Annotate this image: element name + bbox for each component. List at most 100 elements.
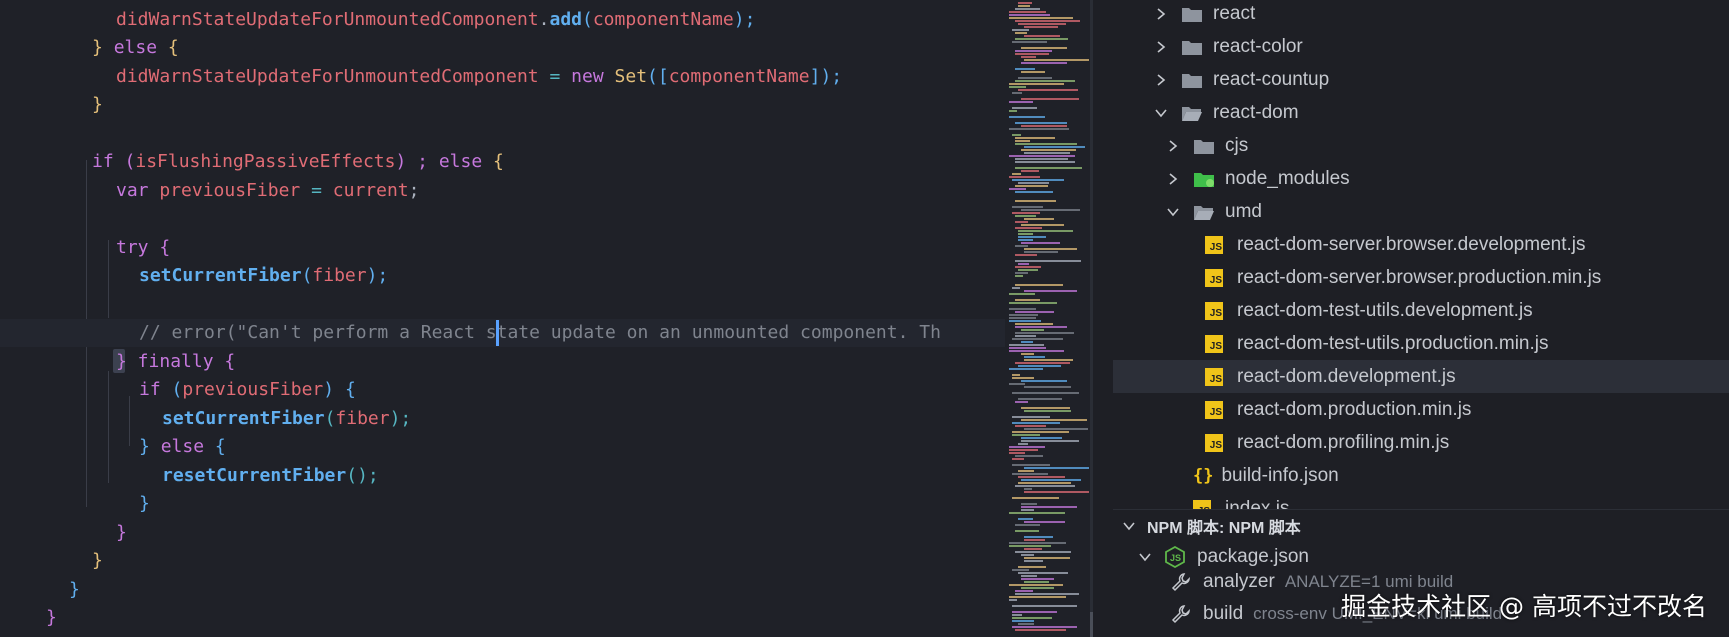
indent-guide — [129, 396, 130, 446]
indent-guide — [108, 240, 109, 318]
tree-item-file[interactable]: JS react-dom-server.browser.production.m… — [1113, 261, 1729, 294]
token: } — [139, 436, 161, 457]
minimap-line — [1018, 77, 1052, 79]
vertical-scrollbar[interactable] — [1090, 0, 1093, 637]
minimap[interactable] — [1005, 0, 1093, 637]
minimap-line — [1012, 422, 1060, 424]
minimap-line — [1009, 302, 1057, 304]
minimap-line — [1021, 329, 1044, 331]
token: (); — [346, 465, 379, 486]
minimap-line — [1015, 38, 1068, 40]
tree-item-react-color[interactable]: react-color — [1113, 30, 1729, 63]
minimap-line — [1012, 338, 1063, 340]
token: else — [113, 37, 158, 58]
chevron-right-icon — [1153, 6, 1169, 22]
folder-icon — [1194, 139, 1214, 154]
minimap-line — [1018, 263, 1029, 265]
token: ) { — [323, 379, 356, 400]
minimap-line — [1015, 137, 1055, 139]
minimap-line — [1018, 365, 1061, 367]
minimap-line — [1009, 11, 1046, 13]
minimap-line — [1009, 368, 1043, 370]
minimap-line — [1015, 53, 1049, 55]
minimap-line — [1021, 479, 1081, 481]
minimap-line — [1012, 374, 1020, 376]
chevron-down-icon — [1121, 518, 1137, 534]
comment-token: state update on an unmounted component. … — [474, 322, 941, 343]
code-editor[interactable]: didWarnStateUpdateForUnmountedComponent.… — [0, 0, 1005, 637]
minimap-line — [1024, 35, 1060, 37]
tree-item-react-dom[interactable]: react-dom — [1113, 96, 1729, 129]
node-modules-folder-icon — [1194, 172, 1214, 187]
script-name: build — [1203, 603, 1244, 624]
code-line-19: } — [46, 604, 57, 632]
tree-item-umd[interactable]: umd — [1113, 195, 1729, 228]
wrench-icon — [1171, 605, 1190, 624]
package-label: package.json — [1197, 546, 1309, 567]
minimap-line — [1015, 200, 1056, 202]
minimap-line — [1018, 5, 1030, 7]
tree-item-file[interactable]: {} build-info.json — [1113, 459, 1729, 492]
minimap-line — [1012, 392, 1079, 394]
token: . — [538, 9, 550, 30]
minimap-line — [1012, 497, 1059, 499]
tree-item-react[interactable]: react — [1113, 0, 1729, 30]
token: = — [538, 66, 572, 87]
tree-item-label: react-dom-server.browser.production.min.… — [1237, 266, 1602, 288]
tree-item-file-selected[interactable]: JS react-dom.development.js — [1113, 360, 1729, 393]
scrollbar-thumb[interactable] — [1090, 612, 1093, 637]
tree-item-file[interactable]: JS react-dom.production.min.js — [1113, 393, 1729, 426]
minimap-line — [1024, 428, 1088, 430]
token: ); — [733, 9, 756, 30]
minimap-line — [1009, 512, 1065, 514]
minimap-line — [1015, 191, 1053, 193]
tree-item-file[interactable]: JS index.js — [1113, 492, 1729, 509]
minimap-line — [1015, 266, 1041, 268]
tree-item-file[interactable]: JS react-dom-test-utils.production.min.j… — [1113, 327, 1729, 360]
token: } — [116, 522, 127, 543]
minimap-line — [1012, 134, 1021, 136]
token: else — [160, 436, 205, 457]
minimap-line — [1018, 482, 1071, 484]
chevron-right-icon — [1165, 138, 1181, 154]
tree-item-label: react-dom-server.browser.development.js — [1237, 233, 1586, 255]
tree-item-file[interactable]: JS react-dom.profiling.min.js — [1113, 426, 1729, 459]
minimap-line — [1024, 356, 1045, 358]
minimap-line — [1018, 89, 1078, 91]
minimap-line — [1015, 272, 1028, 274]
minimap-line — [1021, 575, 1037, 577]
token: ( — [301, 265, 313, 286]
minimap-line — [1012, 473, 1048, 475]
minimap-line — [1024, 521, 1065, 523]
minimap-line — [1015, 326, 1067, 328]
minimap-line — [1009, 308, 1036, 310]
minimap-line — [1012, 416, 1050, 418]
javascript-file-icon: JS — [1205, 334, 1223, 353]
minimap-line — [1021, 62, 1067, 64]
tree-item-label: react-dom.development.js — [1237, 365, 1456, 387]
minimap-line — [1015, 401, 1028, 403]
minimap-line — [1015, 260, 1081, 262]
tree-item-node-modules[interactable]: node_modules — [1113, 162, 1729, 195]
tree-item-label: react-dom.production.min.js — [1237, 398, 1472, 420]
minimap-line — [1024, 467, 1089, 469]
tree-item-file[interactable]: JS react-dom-test-utils.development.js — [1113, 294, 1729, 327]
tree-item-file[interactable]: JS react-dom-server.browser.development.… — [1113, 228, 1729, 261]
code-line-2: } else { — [92, 34, 179, 62]
chevron-right-icon — [1165, 171, 1181, 187]
token: } — [116, 351, 127, 372]
minimap-line — [1015, 221, 1028, 223]
npm-scripts-section-header[interactable]: NPM 脚本: NPM 脚本 — [1113, 509, 1729, 542]
code-line-8: setCurrentFiber(fiber); — [139, 262, 388, 290]
tree-item-cjs[interactable]: cjs — [1113, 129, 1729, 162]
minimap-line — [1015, 158, 1068, 160]
minimap-line — [1015, 551, 1071, 553]
folder-open-icon — [1182, 106, 1202, 121]
token: ; — [408, 180, 420, 201]
token: previousFiber — [182, 379, 324, 400]
tree-item-label: react-color — [1213, 35, 1303, 57]
minimap-line — [1009, 83, 1064, 85]
minimap-line — [1015, 524, 1040, 526]
nodejs-package-icon: JS — [1165, 546, 1185, 568]
tree-item-react-countup[interactable]: react-countup — [1113, 63, 1729, 96]
